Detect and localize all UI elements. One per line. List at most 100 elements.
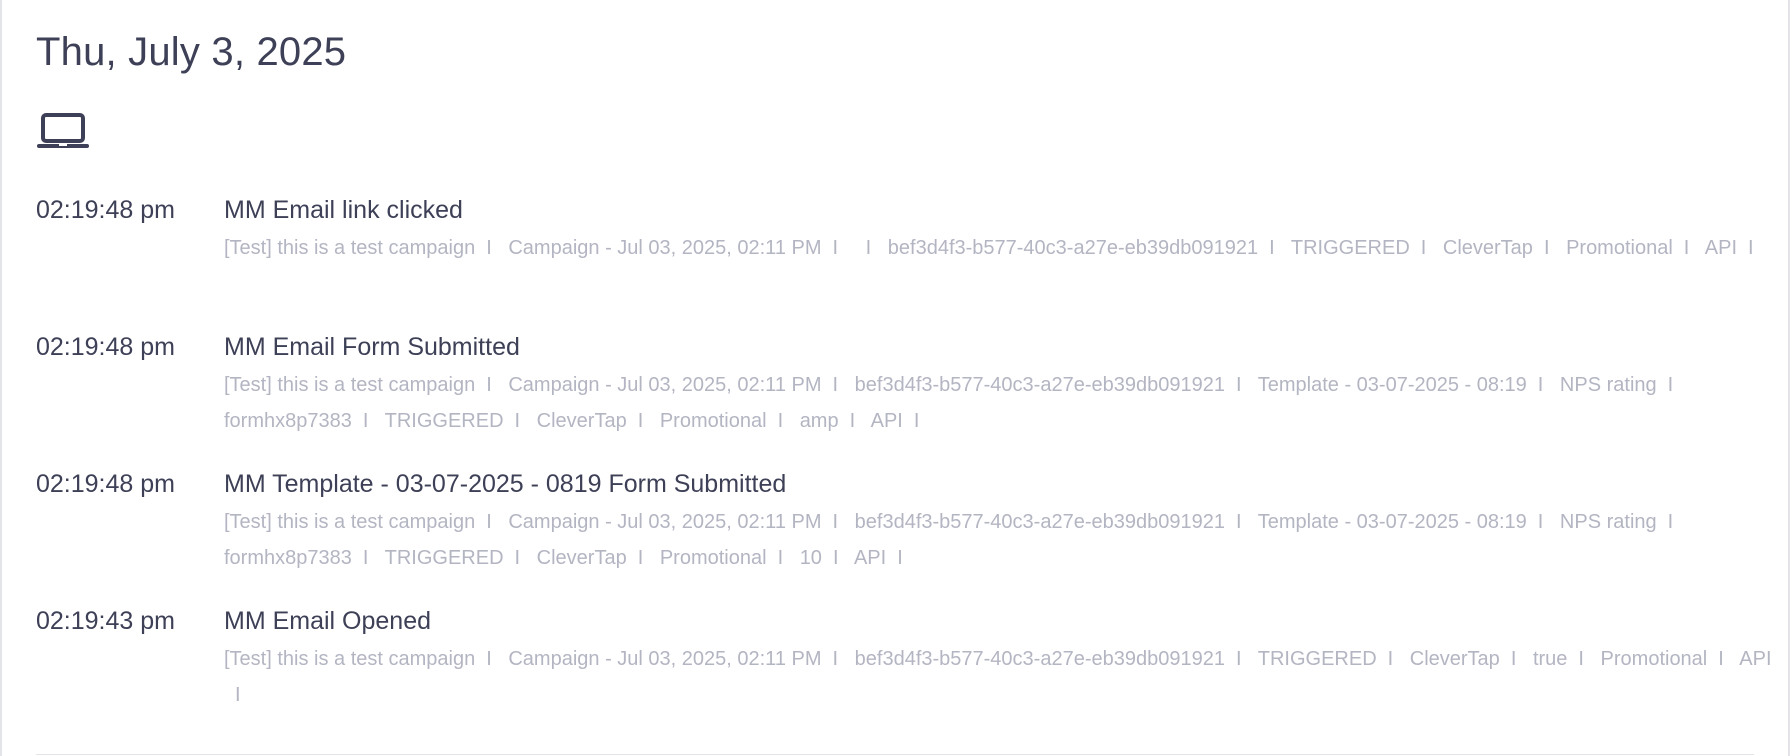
property-separator: I bbox=[1718, 648, 1724, 670]
property-separator: I bbox=[362, 547, 369, 569]
event-property: API bbox=[853, 547, 887, 569]
property-separator: I bbox=[832, 511, 839, 533]
event-property: bef3d4f3-b577-40c3-a27e-eb39db091921 bbox=[887, 237, 1259, 259]
event-property: TRIGGERED bbox=[1257, 648, 1377, 670]
event-properties: [Test] this is a test campaign I Campaign… bbox=[224, 504, 1774, 576]
event-properties: [Test] this is a test campaign I Campaign… bbox=[224, 230, 1774, 266]
event-property: Campaign - Jul 03, 2025, 02:11 PM bbox=[508, 237, 822, 259]
event-property: Promotional bbox=[1600, 648, 1708, 670]
event-row: 02:19:43 pm MM Email Opened [Test] this is… bbox=[36, 601, 1772, 738]
property-separator: I bbox=[897, 547, 903, 569]
property-separator: I bbox=[1235, 648, 1242, 670]
property-separator: I bbox=[1667, 374, 1674, 396]
event-property: [Test] this is a test campaign bbox=[224, 374, 476, 396]
property-separator: I bbox=[777, 410, 784, 432]
property-separator: I bbox=[1683, 237, 1690, 259]
event-time: 02:19:48 pm bbox=[36, 470, 175, 498]
event-details: MM Email Opened [Test] this is a test cam… bbox=[224, 601, 1774, 713]
property-separator: I bbox=[362, 410, 369, 432]
property-separator: I bbox=[777, 547, 784, 569]
event-property: true bbox=[1532, 648, 1568, 670]
property-separator: I bbox=[832, 648, 839, 670]
property-separator: I bbox=[1235, 374, 1242, 396]
property-separator: I bbox=[486, 511, 492, 533]
event-property: API bbox=[1704, 237, 1738, 259]
property-separator: I bbox=[1667, 511, 1674, 533]
property-separator: I bbox=[1578, 648, 1584, 670]
property-separator: I bbox=[235, 684, 241, 706]
event-property: 10 bbox=[799, 547, 822, 569]
event-property: Promotional bbox=[1566, 237, 1673, 259]
event-name[interactable]: MM Email Form Submitted bbox=[224, 331, 1774, 363]
property-separator: I bbox=[865, 237, 872, 259]
event-property: bef3d4f3-b577-40c3-a27e-eb39db091921 bbox=[854, 374, 1225, 396]
property-separator: I bbox=[1537, 374, 1544, 396]
property-separator: I bbox=[1510, 648, 1517, 670]
event-property: formhx8p7383 bbox=[224, 410, 352, 432]
event-property: TRIGGERED bbox=[1290, 237, 1410, 259]
event-property: [Test] this is a test campaign bbox=[224, 237, 476, 259]
event-property: Promotional bbox=[659, 547, 767, 569]
event-property: API bbox=[1739, 648, 1772, 670]
property-separator: I bbox=[637, 410, 644, 432]
property-separator: I bbox=[1543, 237, 1550, 259]
event-time: 02:19:48 pm bbox=[36, 196, 175, 224]
property-separator: I bbox=[486, 237, 492, 259]
event-details: MM Template - 03-07-2025 - 0819 Form Sub… bbox=[224, 464, 1774, 576]
event-property: TRIGGERED bbox=[384, 547, 504, 569]
event-name[interactable]: MM Template - 03-07-2025 - 0819 Form Sub… bbox=[224, 468, 1774, 500]
property-separator: I bbox=[1748, 237, 1754, 259]
event-property: API bbox=[870, 410, 903, 432]
event-property: amp bbox=[799, 410, 839, 432]
event-property: NPS rating bbox=[1559, 511, 1657, 533]
event-property: NPS rating bbox=[1559, 374, 1657, 396]
event-row: 02:19:48 pm MM Email Form Submitted [Test]… bbox=[36, 327, 1736, 464]
event-property: CleverTap bbox=[1409, 648, 1500, 670]
event-row: 02:19:48 pm MM Email link clicked [Test] t… bbox=[36, 190, 1754, 327]
event-property: Campaign - Jul 03, 2025, 02:11 PM bbox=[508, 374, 822, 396]
event-name[interactable]: MM Email link clicked bbox=[224, 194, 1774, 226]
property-separator: I bbox=[849, 410, 856, 432]
event-name[interactable]: MM Email Opened bbox=[224, 605, 1774, 637]
event-property: [Test] this is a test campaign bbox=[224, 511, 476, 533]
event-time: 02:19:48 pm bbox=[36, 333, 175, 361]
event-property: bef3d4f3-b577-40c3-a27e-eb39db091921 bbox=[854, 511, 1225, 533]
property-separator: I bbox=[637, 547, 644, 569]
event-property: [Test] this is a test campaign bbox=[224, 648, 476, 670]
property-separator: I bbox=[1235, 511, 1242, 533]
event-property: formhx8p7383 bbox=[224, 547, 352, 569]
event-property: CleverTap bbox=[536, 547, 627, 569]
event-property: bef3d4f3-b577-40c3-a27e-eb39db091921 bbox=[854, 648, 1225, 670]
divider bbox=[36, 754, 1754, 755]
property-separator: I bbox=[514, 547, 521, 569]
property-separator: I bbox=[486, 648, 492, 670]
event-property: Template - 03-07-2025 - 08:19 bbox=[1257, 374, 1527, 396]
property-separator: I bbox=[913, 410, 920, 432]
property-separator: I bbox=[1269, 237, 1275, 259]
event-row: 02:19:48 pm MM Template - 03-07-2025 - 08… bbox=[36, 464, 1736, 601]
event-property: Template - 03-07-2025 - 08:19 bbox=[1257, 511, 1527, 533]
event-time: 02:19:43 pm bbox=[36, 607, 175, 635]
event-property: Campaign - Jul 03, 2025, 02:11 PM bbox=[508, 648, 822, 670]
event-property: CleverTap bbox=[536, 410, 627, 432]
event-property: CleverTap bbox=[1442, 237, 1533, 259]
event-details: MM Email link clicked [Test] this is a te… bbox=[224, 190, 1774, 266]
laptop-icon bbox=[37, 113, 89, 148]
property-separator: I bbox=[832, 237, 839, 259]
event-properties: [Test] this is a test campaign I Campaign… bbox=[224, 641, 1774, 713]
event-property: Campaign - Jul 03, 2025, 02:11 PM bbox=[508, 511, 822, 533]
activity-panel: Thu, July 3, 2025 02:19:48 pm MM Email li… bbox=[0, 0, 1790, 756]
event-properties: [Test] this is a test campaign I Campaign… bbox=[224, 367, 1774, 439]
property-separator: I bbox=[1537, 511, 1544, 533]
property-separator: I bbox=[832, 547, 839, 569]
property-separator: I bbox=[486, 374, 492, 396]
event-property: Promotional bbox=[659, 410, 767, 432]
event-property: TRIGGERED bbox=[384, 410, 504, 432]
property-separator: I bbox=[1387, 648, 1394, 670]
date-heading: Thu, July 3, 2025 bbox=[36, 30, 347, 74]
property-separator: I bbox=[1420, 237, 1427, 259]
property-separator: I bbox=[832, 374, 839, 396]
event-list: 02:19:48 pm MM Email link clicked [Test] t… bbox=[36, 190, 1772, 738]
event-details: MM Email Form Submitted [Test] this is a … bbox=[224, 327, 1774, 439]
property-separator: I bbox=[514, 410, 521, 432]
